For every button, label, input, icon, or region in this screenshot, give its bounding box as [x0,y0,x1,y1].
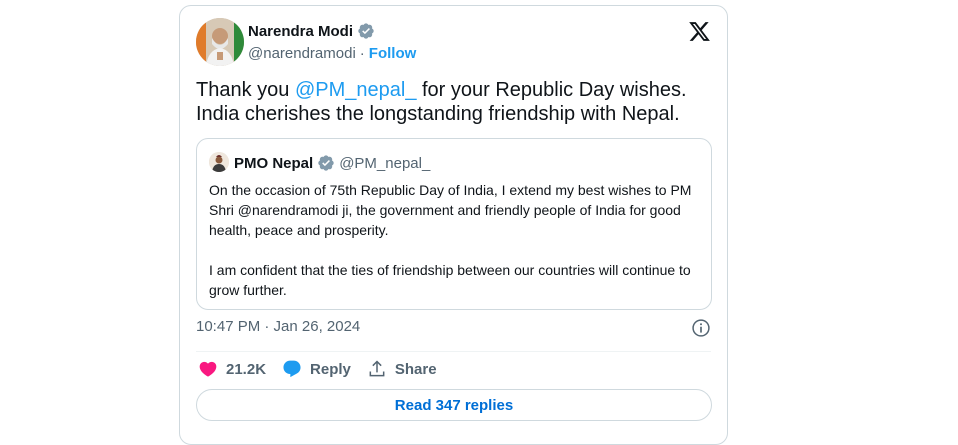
verified-badge-icon [358,23,374,39]
info-icon[interactable] [691,318,711,338]
tweet-card: Narendra Modi @narendramodi · Follow Tha… [179,5,728,445]
quoted-paragraph: On the occasion of 75th Republic Day of … [209,182,692,238]
like-count: 21.2K [226,360,267,378]
share-button[interactable]: Share [367,359,437,379]
reply-label: Reply [310,360,351,378]
author-avatar[interactable] [196,18,244,66]
divider [196,351,711,352]
quoted-paragraph: I am confident that the ties of friendsh… [209,262,691,298]
quoted-author-name[interactable]: PMO Nepal [234,155,313,172]
action-bar: 21.2K Reply Share [198,359,453,379]
quoted-tweet-body: On the occasion of 75th Republic Day of … [209,180,704,320]
handle-separator: · [359,45,365,62]
heart-icon [199,361,217,377]
tweet-text-start: Thank you [196,79,295,101]
read-replies-button[interactable]: Read 347 replies [196,389,712,421]
share-label: Share [394,360,437,378]
author-name[interactable]: Narendra Modi [248,23,353,40]
verified-badge-icon [318,155,334,171]
x-logo-icon[interactable] [688,20,711,43]
tweet-text: Thank you @PM_nepal_ for your Republic D… [196,78,716,126]
reply-button[interactable]: Reply [282,359,351,379]
author-handle[interactable]: @narendramodi [248,45,356,62]
tweet-mention-link[interactable]: @PM_nepal_ [295,79,416,101]
like-button[interactable]: 21.2K [198,359,266,379]
tweet-timestamp[interactable]: 10:47 PM · Jan 26, 2024 [196,318,360,335]
quoted-tweet[interactable]: PMO Nepal @PM_nepal_ On the occasion of … [196,138,712,310]
follow-button[interactable]: Follow [369,45,417,62]
share-icon [369,360,385,377]
quoted-author-handle[interactable]: @PM_nepal_ [339,155,430,172]
quoted-author-avatar[interactable] [209,152,229,172]
reply-bubble-icon [283,360,301,378]
